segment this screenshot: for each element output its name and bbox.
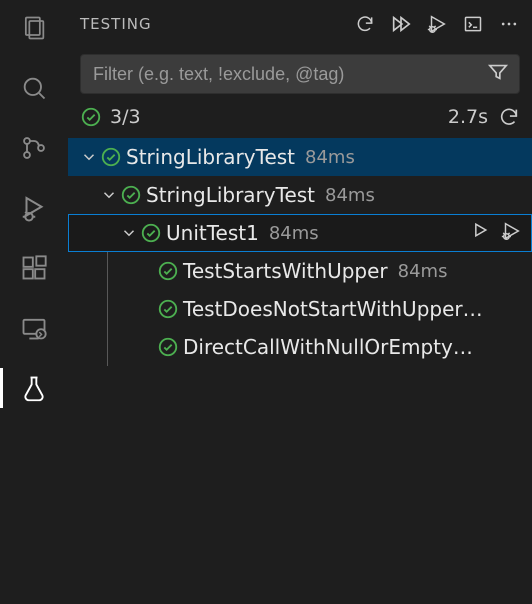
refresh-summary-icon[interactable] [498, 106, 520, 128]
tree-label: StringLibraryTest [146, 183, 315, 207]
filter-container [68, 48, 532, 104]
panel-title: TESTING [80, 15, 348, 33]
tree-duration: 84ms [305, 147, 355, 168]
search-icon[interactable] [18, 72, 50, 104]
output-panel-icon[interactable] [462, 13, 484, 35]
tree-row-leaf[interactable]: TestStartsWithUpper 84ms [68, 252, 532, 290]
row-actions [470, 220, 522, 246]
tree-label: TestDoesNotStartWithUpper… [183, 297, 483, 321]
summary-left: 3/3 [80, 106, 141, 128]
testing-panel: TESTING [68, 0, 532, 604]
more-icon[interactable] [498, 13, 520, 35]
tree-label: StringLibraryTest [126, 145, 295, 169]
run-all-icon[interactable] [390, 13, 412, 35]
summary-count: 3/3 [110, 106, 141, 128]
extensions-icon[interactable] [18, 252, 50, 284]
tree-duration: 84ms [269, 223, 319, 244]
summary-time: 2.7s [448, 106, 488, 128]
tree-row-root[interactable]: StringLibraryTest 84ms [68, 138, 532, 176]
summary-right: 2.7s [448, 106, 520, 128]
source-control-icon[interactable] [18, 132, 50, 164]
test-tree: StringLibraryTest 84ms StringLibraryTest… [68, 138, 532, 604]
pass-icon [157, 298, 179, 320]
remote-icon[interactable] [18, 312, 50, 344]
pass-icon [100, 146, 122, 168]
panel-header-actions [354, 13, 520, 35]
chevron-down-icon[interactable] [118, 224, 140, 242]
run-debug-icon[interactable] [18, 192, 50, 224]
pass-summary-icon [80, 106, 102, 128]
run-test-icon[interactable] [470, 220, 490, 246]
activity-bar [0, 0, 68, 604]
pass-icon [120, 184, 142, 206]
pass-icon [140, 222, 162, 244]
debug-test-icon[interactable] [500, 220, 522, 246]
filter-funnel-icon[interactable] [487, 61, 509, 87]
explorer-icon[interactable] [18, 12, 50, 44]
chevron-down-icon[interactable] [78, 148, 100, 166]
filter-input[interactable] [91, 63, 477, 86]
tree-label: TestStartsWithUpper [183, 259, 388, 283]
tree-row-selected[interactable]: UnitTest1 84ms [68, 214, 532, 252]
tree-row-leaf[interactable]: DirectCallWithNullOrEmpty… [68, 328, 532, 366]
chevron-down-icon[interactable] [98, 186, 120, 204]
tree-duration: 84ms [398, 261, 448, 282]
panel-header: TESTING [68, 0, 532, 48]
pass-icon [157, 260, 179, 282]
tree-label: DirectCallWithNullOrEmpty… [183, 335, 473, 359]
tree-duration: 84ms [325, 185, 375, 206]
pass-icon [157, 336, 179, 358]
refresh-icon[interactable] [354, 13, 376, 35]
tree-label: UnitTest1 [166, 221, 259, 245]
debug-all-icon[interactable] [426, 13, 448, 35]
tree-row[interactable]: StringLibraryTest 84ms [68, 176, 532, 214]
filter-box [80, 54, 520, 94]
tree-row-leaf[interactable]: TestDoesNotStartWithUpper… [68, 290, 532, 328]
testing-icon[interactable] [18, 372, 50, 404]
summary-row: 3/3 2.7s [68, 104, 532, 138]
